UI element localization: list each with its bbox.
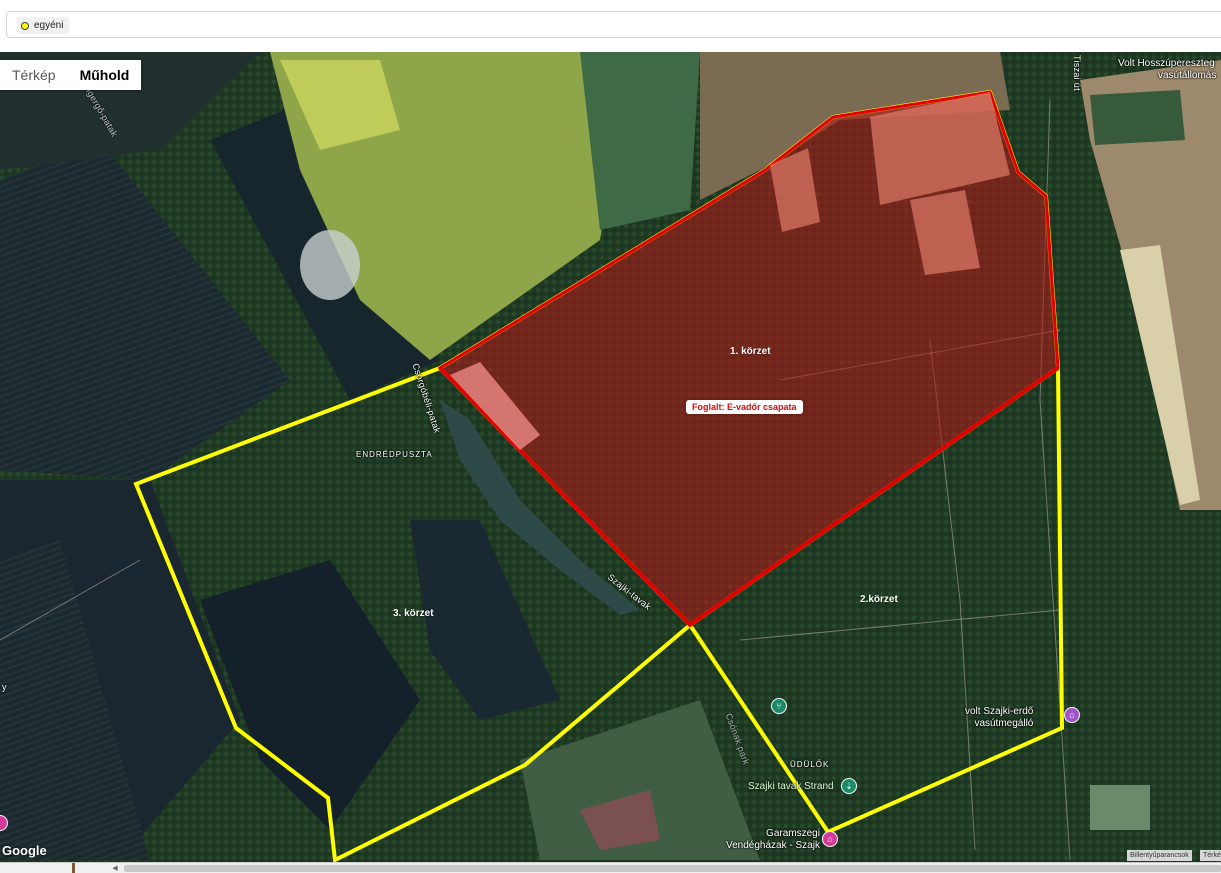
place-udulok: ÜDÜLŐK bbox=[790, 760, 830, 769]
satellite-map[interactable] bbox=[0, 52, 1221, 862]
filter-bar: egyéni bbox=[0, 0, 1221, 52]
field-green bbox=[580, 52, 700, 230]
map-data-link[interactable]: Térké bbox=[1200, 850, 1221, 861]
occupied-label[interactable]: Foglalt: E-vadőr csapata bbox=[686, 400, 803, 414]
station-bottom-line1: volt Szajki-erdő bbox=[965, 706, 1034, 717]
station-top-line2: vasútállomás bbox=[1158, 70, 1217, 81]
google-logo: Google bbox=[2, 843, 47, 858]
filter-input[interactable]: egyéni bbox=[6, 11, 1221, 38]
horizontal-scrollbar[interactable]: ◀ bbox=[0, 862, 1221, 873]
field-green bbox=[1090, 785, 1150, 830]
keyboard-shortcuts-link[interactable]: Billentyűparancsok bbox=[1127, 850, 1192, 861]
station-bottom-line2: vasútmegálló bbox=[974, 718, 1034, 729]
zone-2-label: 2.körzet bbox=[860, 594, 898, 605]
yellow-dot-icon bbox=[21, 21, 29, 30]
station-top-line1: Volt Hosszúpereszteg bbox=[1118, 58, 1215, 69]
cloud bbox=[300, 230, 360, 300]
restaurant-pin-icon[interactable]: ⑂ bbox=[771, 698, 787, 714]
station-bottom-label: volt Szajki-erdő vasútmegálló bbox=[965, 706, 1033, 730]
scroll-left-icon[interactable]: ◀ bbox=[110, 864, 120, 873]
map-type-switch: Térkép Műhold bbox=[0, 60, 142, 90]
scroll-marker bbox=[72, 863, 75, 873]
scroll-thumb[interactable] bbox=[124, 865, 1221, 872]
guesthouse-label: Garamszegi Vendégházak - Szajk bbox=[726, 828, 820, 852]
zone-3-label: 3. körzet bbox=[393, 608, 434, 619]
map-canvas bbox=[0, 52, 1221, 862]
place-endredpuszta: ENDRÉDPUSZTA bbox=[356, 450, 433, 459]
station-top-label: Volt Hosszúpereszteg vasútállomás bbox=[1118, 58, 1216, 82]
place-left-edge: y bbox=[2, 682, 7, 692]
train-station-pin-icon[interactable]: ⌂ bbox=[1064, 707, 1080, 723]
filter-chip[interactable]: egyéni bbox=[17, 17, 70, 34]
place-road-top: Tiszai út bbox=[1072, 55, 1082, 91]
strand-label[interactable]: Szajki tavak Strand bbox=[748, 781, 834, 792]
zone-1-label: 1. körzet bbox=[730, 346, 771, 357]
filter-chip-label: egyéni bbox=[34, 20, 64, 31]
guesthouse-pin-icon[interactable]: ⌂ bbox=[822, 831, 838, 847]
map-type-terkep[interactable]: Térkép bbox=[0, 60, 68, 90]
guesthouse-line1: Garamszegi bbox=[766, 828, 820, 839]
map-type-muhold[interactable]: Műhold bbox=[68, 60, 142, 90]
strand-pin-icon[interactable]: ⇣ bbox=[841, 778, 857, 794]
farmland bbox=[1090, 90, 1185, 145]
guesthouse-line2: Vendégházak - Szajk bbox=[726, 840, 820, 851]
